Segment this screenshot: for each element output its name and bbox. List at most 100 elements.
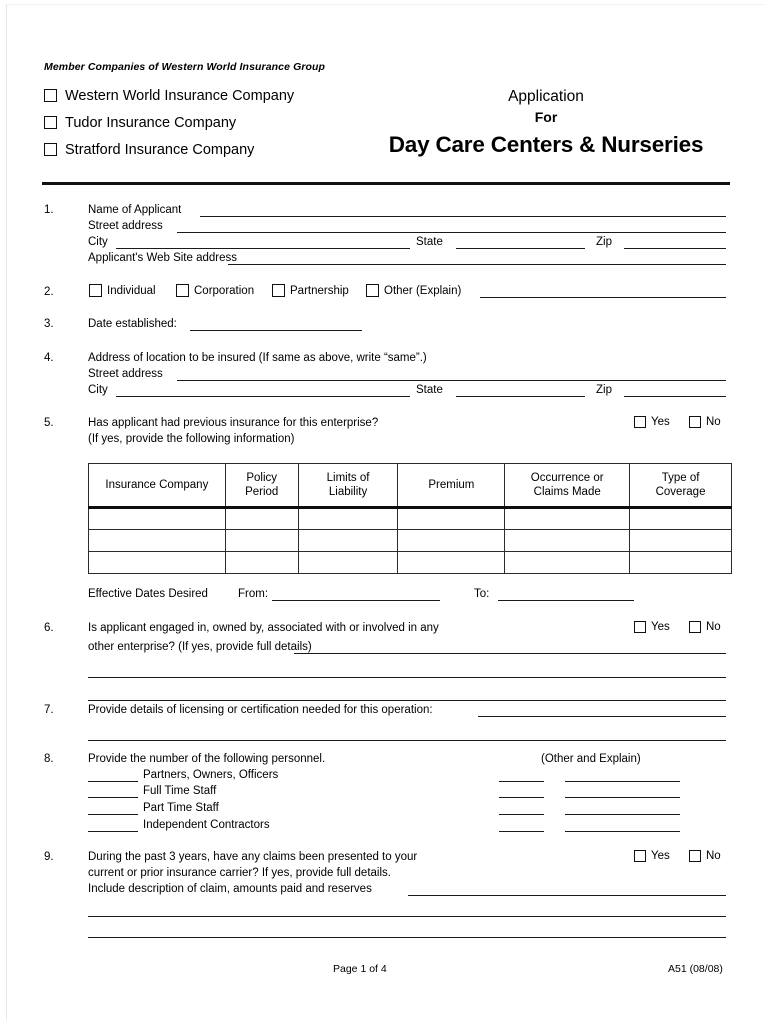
input-other-enterprise-3[interactable] <box>88 700 726 701</box>
item-number-2: 2. <box>44 286 54 298</box>
input-other-explain[interactable] <box>480 297 726 298</box>
input-licensing-1[interactable] <box>478 716 726 717</box>
label-other-enterprise-line2: other enterprise? (If yes, provide full … <box>88 641 312 653</box>
table-cell[interactable] <box>88 507 226 530</box>
table-cell[interactable] <box>397 507 506 530</box>
input-zip-1[interactable] <box>624 248 726 249</box>
input-other-count-4[interactable] <box>499 831 544 832</box>
input-web-site-address[interactable] <box>228 264 726 265</box>
table-col-type-of-coverage: Type of Coverage <box>629 463 732 509</box>
other-enterprise-yes[interactable]: Yes <box>634 621 670 633</box>
option-partnership[interactable]: Partnership <box>272 284 349 297</box>
previous-insurance-yes[interactable]: Yes <box>634 416 670 428</box>
table-row[interactable] <box>88 551 732 574</box>
input-other-explain-3[interactable] <box>565 814 680 815</box>
table-cell[interactable] <box>629 529 732 552</box>
member-companies-line: Member Companies of Western World Insura… <box>44 61 326 73</box>
item-number-9: 9. <box>44 851 54 863</box>
input-claims-1[interactable] <box>408 895 726 896</box>
item-number-7: 7. <box>44 704 54 716</box>
claims-no[interactable]: No <box>689 850 721 862</box>
input-count-partners-owners-officers[interactable] <box>88 781 138 782</box>
table-cell[interactable] <box>504 507 631 530</box>
input-other-enterprise-2[interactable] <box>88 677 726 678</box>
input-name-of-applicant[interactable] <box>200 216 726 217</box>
table-cell[interactable] <box>629 551 732 574</box>
label-claims-line1: During the past 3 years, have any claims… <box>88 851 418 863</box>
checkbox-corporation-icon[interactable] <box>176 284 189 297</box>
col-header-text: Premium <box>428 479 475 491</box>
input-count-part-time-staff[interactable] <box>88 814 138 815</box>
input-other-enterprise-1[interactable] <box>294 653 726 654</box>
company-option-western-world[interactable]: Western World Insurance Company <box>44 82 294 109</box>
checkbox-tudor-icon[interactable] <box>44 116 57 129</box>
input-licensing-2[interactable] <box>88 740 726 741</box>
table-cell[interactable] <box>224 529 299 552</box>
label-city-2: City <box>88 384 108 396</box>
title-for: For <box>534 109 558 125</box>
option-other[interactable]: Other (Explain) <box>366 284 461 297</box>
label-street-address-1: Street address <box>88 220 163 232</box>
input-other-explain-4[interactable] <box>565 831 680 832</box>
input-claims-2[interactable] <box>88 916 726 917</box>
table-cell[interactable] <box>397 529 506 552</box>
checkbox-other-icon[interactable] <box>366 284 379 297</box>
input-state-2[interactable] <box>456 396 585 397</box>
table-cell[interactable] <box>297 529 399 552</box>
checkbox-partnership-icon[interactable] <box>272 284 285 297</box>
input-other-explain-2[interactable] <box>565 797 680 798</box>
input-street-address-1[interactable] <box>177 232 726 233</box>
table-cell[interactable] <box>629 507 732 530</box>
table-cell[interactable] <box>224 551 299 574</box>
input-state-1[interactable] <box>456 248 585 249</box>
checkbox-yes-icon[interactable] <box>634 850 646 862</box>
table-cell[interactable] <box>504 529 631 552</box>
table-cell[interactable] <box>297 551 399 574</box>
company-option-tudor[interactable]: Tudor Insurance Company <box>44 109 294 136</box>
checkbox-yes-icon[interactable] <box>634 416 646 428</box>
input-claims-3[interactable] <box>88 937 726 938</box>
other-enterprise-no[interactable]: No <box>689 621 721 633</box>
table-cell[interactable] <box>297 507 399 530</box>
input-effective-from[interactable] <box>272 600 440 601</box>
table-row[interactable] <box>88 507 732 530</box>
label-no: No <box>706 850 721 862</box>
table-cell[interactable] <box>504 551 631 574</box>
checkbox-western-world-icon[interactable] <box>44 89 57 102</box>
input-city-1[interactable] <box>116 248 410 249</box>
col-header-text: Insurance Company <box>105 479 209 491</box>
label-full-time-staff: Full Time Staff <box>143 785 217 797</box>
table-cell[interactable] <box>88 551 226 574</box>
claims-yes[interactable]: Yes <box>634 850 670 862</box>
table-cell[interactable] <box>397 551 506 574</box>
option-individual[interactable]: Individual <box>89 284 156 297</box>
form-title-block: Application For Day Care Centers & Nurse… <box>360 86 732 160</box>
input-other-explain-1[interactable] <box>565 781 680 782</box>
checkbox-yes-icon[interactable] <box>634 621 646 633</box>
input-other-count-2[interactable] <box>499 797 544 798</box>
checkbox-no-icon[interactable] <box>689 416 701 428</box>
label-no: No <box>706 621 721 633</box>
input-count-independent-contractors[interactable] <box>88 831 138 832</box>
input-effective-to[interactable] <box>498 600 634 601</box>
option-label-individual: Individual <box>107 284 156 297</box>
previous-insurance-no[interactable]: No <box>689 416 721 428</box>
table-cell[interactable] <box>224 507 299 530</box>
table-row[interactable] <box>88 529 732 552</box>
checkbox-individual-icon[interactable] <box>89 284 102 297</box>
checkbox-no-icon[interactable] <box>689 621 701 633</box>
input-date-established[interactable] <box>190 330 362 331</box>
table-cell[interactable] <box>88 529 226 552</box>
input-other-count-3[interactable] <box>499 814 544 815</box>
input-city-2[interactable] <box>116 396 410 397</box>
input-other-count-1[interactable] <box>499 781 544 782</box>
checkbox-no-icon[interactable] <box>689 850 701 862</box>
label-zip-2: Zip <box>596 384 612 396</box>
form-code: A51 (08/08) <box>668 963 723 975</box>
input-zip-2[interactable] <box>624 396 726 397</box>
input-street-address-2[interactable] <box>177 380 726 381</box>
option-corporation[interactable]: Corporation <box>176 284 254 297</box>
checkbox-stratford-icon[interactable] <box>44 143 57 156</box>
company-option-stratford[interactable]: Stratford Insurance Company <box>44 136 294 163</box>
input-count-full-time-staff[interactable] <box>88 797 138 798</box>
